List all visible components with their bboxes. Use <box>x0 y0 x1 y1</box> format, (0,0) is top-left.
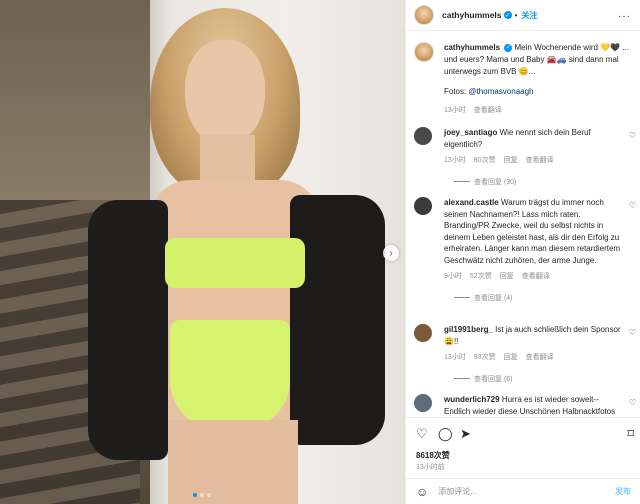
heart-icon[interactable]: ♡ <box>416 426 428 442</box>
post-header: cathyhummels ✓ • 关注 ··· <box>406 0 640 31</box>
follow-button[interactable]: 关注 <box>521 10 537 21</box>
reply-button[interactable]: 回复 <box>504 155 518 167</box>
heart-icon[interactable]: ♡ <box>629 398 636 407</box>
photo-jacket-right <box>290 195 385 445</box>
post-comment-button[interactable]: 发布 <box>615 486 631 497</box>
comment-likes[interactable]: 52次赞 <box>470 271 492 283</box>
paper-plane-icon[interactable]: ➤ <box>460 426 471 442</box>
comment-username[interactable]: gil1991berg_ <box>444 325 493 334</box>
comment-time: 9小时 <box>444 273 462 280</box>
carousel-dots <box>193 493 211 497</box>
chevron-right-icon[interactable]: › <box>383 245 399 261</box>
comment-likes[interactable]: 80次赞 <box>474 155 496 167</box>
avatar[interactable] <box>414 5 434 25</box>
translate-link[interactable]: 查看翻译 <box>474 105 502 117</box>
avatar[interactable] <box>414 394 432 412</box>
photo-bikini-top <box>165 238 305 288</box>
header-username[interactable]: cathyhummels <box>442 10 502 20</box>
comment-item: gil1991berg_ Ist ja auch schließlich dei… <box>414 324 636 384</box>
comment-item: alexand.castle Warum trägst du immer noc… <box>414 197 636 303</box>
carousel-dot-active <box>193 493 197 497</box>
more-options-icon[interactable]: ··· <box>618 11 631 22</box>
comments-list[interactable]: cathyhummels ✓ Mein Wochenende wird 💛🖤 .… <box>406 32 640 417</box>
comment-item: wunderlich729 Hurra es ist wieder soweit… <box>414 394 636 417</box>
comment-item: joey_santiago Wie nennt sich dein Beruf … <box>414 127 636 187</box>
heart-icon[interactable]: ♡ <box>629 201 636 210</box>
add-comment-bar: ☺ 发布 <box>406 478 640 504</box>
post-side-panel: cathyhummels ✓ • 关注 ··· cathyhummels ✓ M… <box>405 0 640 504</box>
translate-link[interactable]: 查看翻译 <box>526 155 554 167</box>
photo-face <box>185 40 265 145</box>
comment-time: 13小时 <box>444 354 466 361</box>
photo-legs <box>168 420 298 504</box>
verified-badge-icon: ✓ <box>503 11 512 19</box>
avatar[interactable] <box>414 197 432 215</box>
carousel-dot <box>207 493 211 497</box>
view-replies-label: 查看回复 (30) <box>474 178 517 186</box>
photo-credit-prefix: Fotos: <box>444 87 469 96</box>
comment-likes[interactable]: 93次赞 <box>474 352 496 364</box>
caption-username[interactable]: cathyhummels <box>444 43 500 52</box>
translate-link[interactable]: 查看翻译 <box>526 352 554 364</box>
reply-button[interactable]: 回复 <box>504 352 518 364</box>
verified-badge-icon: ✓ <box>504 43 513 52</box>
avatar[interactable] <box>414 127 432 145</box>
heart-icon[interactable]: ♡ <box>629 328 636 337</box>
view-replies-button[interactable]: 查看回复 (6) <box>454 374 636 384</box>
comment-username[interactable]: wunderlich729 <box>444 395 500 404</box>
caption-time: 13小时 <box>444 107 466 114</box>
comment-username[interactable]: joey_santiago <box>444 128 497 137</box>
comment-text: Warum trägst du immer noch seinen Nachna… <box>444 198 621 265</box>
smiley-icon[interactable]: ☺ <box>416 485 428 499</box>
post-time: 13小时前 <box>416 464 445 471</box>
likes-count[interactable]: 8618次赞 <box>416 450 450 461</box>
action-icons: ♡ ◯ ➤ ⌑ <box>416 426 634 442</box>
comment-username[interactable]: alexand.castle <box>444 198 499 207</box>
photo-credit-link[interactable]: @thomasvonaagh <box>468 87 533 96</box>
comment-time: 13小时 <box>444 157 466 164</box>
view-replies-button[interactable]: 查看回复 (30) <box>454 177 636 187</box>
photo-bikini-bottom <box>170 320 290 430</box>
divider <box>454 378 470 379</box>
view-replies-label: 查看回复 (6) <box>474 375 513 383</box>
separator-dot: • <box>514 10 518 20</box>
avatar[interactable] <box>414 42 434 62</box>
photo-jacket-left <box>88 200 168 460</box>
reply-button[interactable]: 回复 <box>500 271 514 283</box>
carousel-dot <box>200 493 204 497</box>
comment-icon[interactable]: ◯ <box>438 426 453 442</box>
post-photo[interactable]: › <box>0 0 405 504</box>
post-actions: ♡ ◯ ➤ ⌑ 8618次赞 13小时前 <box>406 417 640 477</box>
post-caption: cathyhummels ✓ Mein Wochenende wird 💛🖤 .… <box>414 42 636 117</box>
divider <box>454 181 470 182</box>
bookmark-icon[interactable]: ⌑ <box>627 426 634 442</box>
translate-link[interactable]: 查看翻译 <box>522 271 550 283</box>
divider <box>454 297 470 298</box>
avatar[interactable] <box>414 324 432 342</box>
comment-input[interactable] <box>438 487 599 496</box>
heart-icon[interactable]: ♡ <box>629 131 636 140</box>
view-replies-button[interactable]: 查看回复 (4) <box>454 293 636 303</box>
view-replies-label: 查看回复 (4) <box>474 294 513 302</box>
